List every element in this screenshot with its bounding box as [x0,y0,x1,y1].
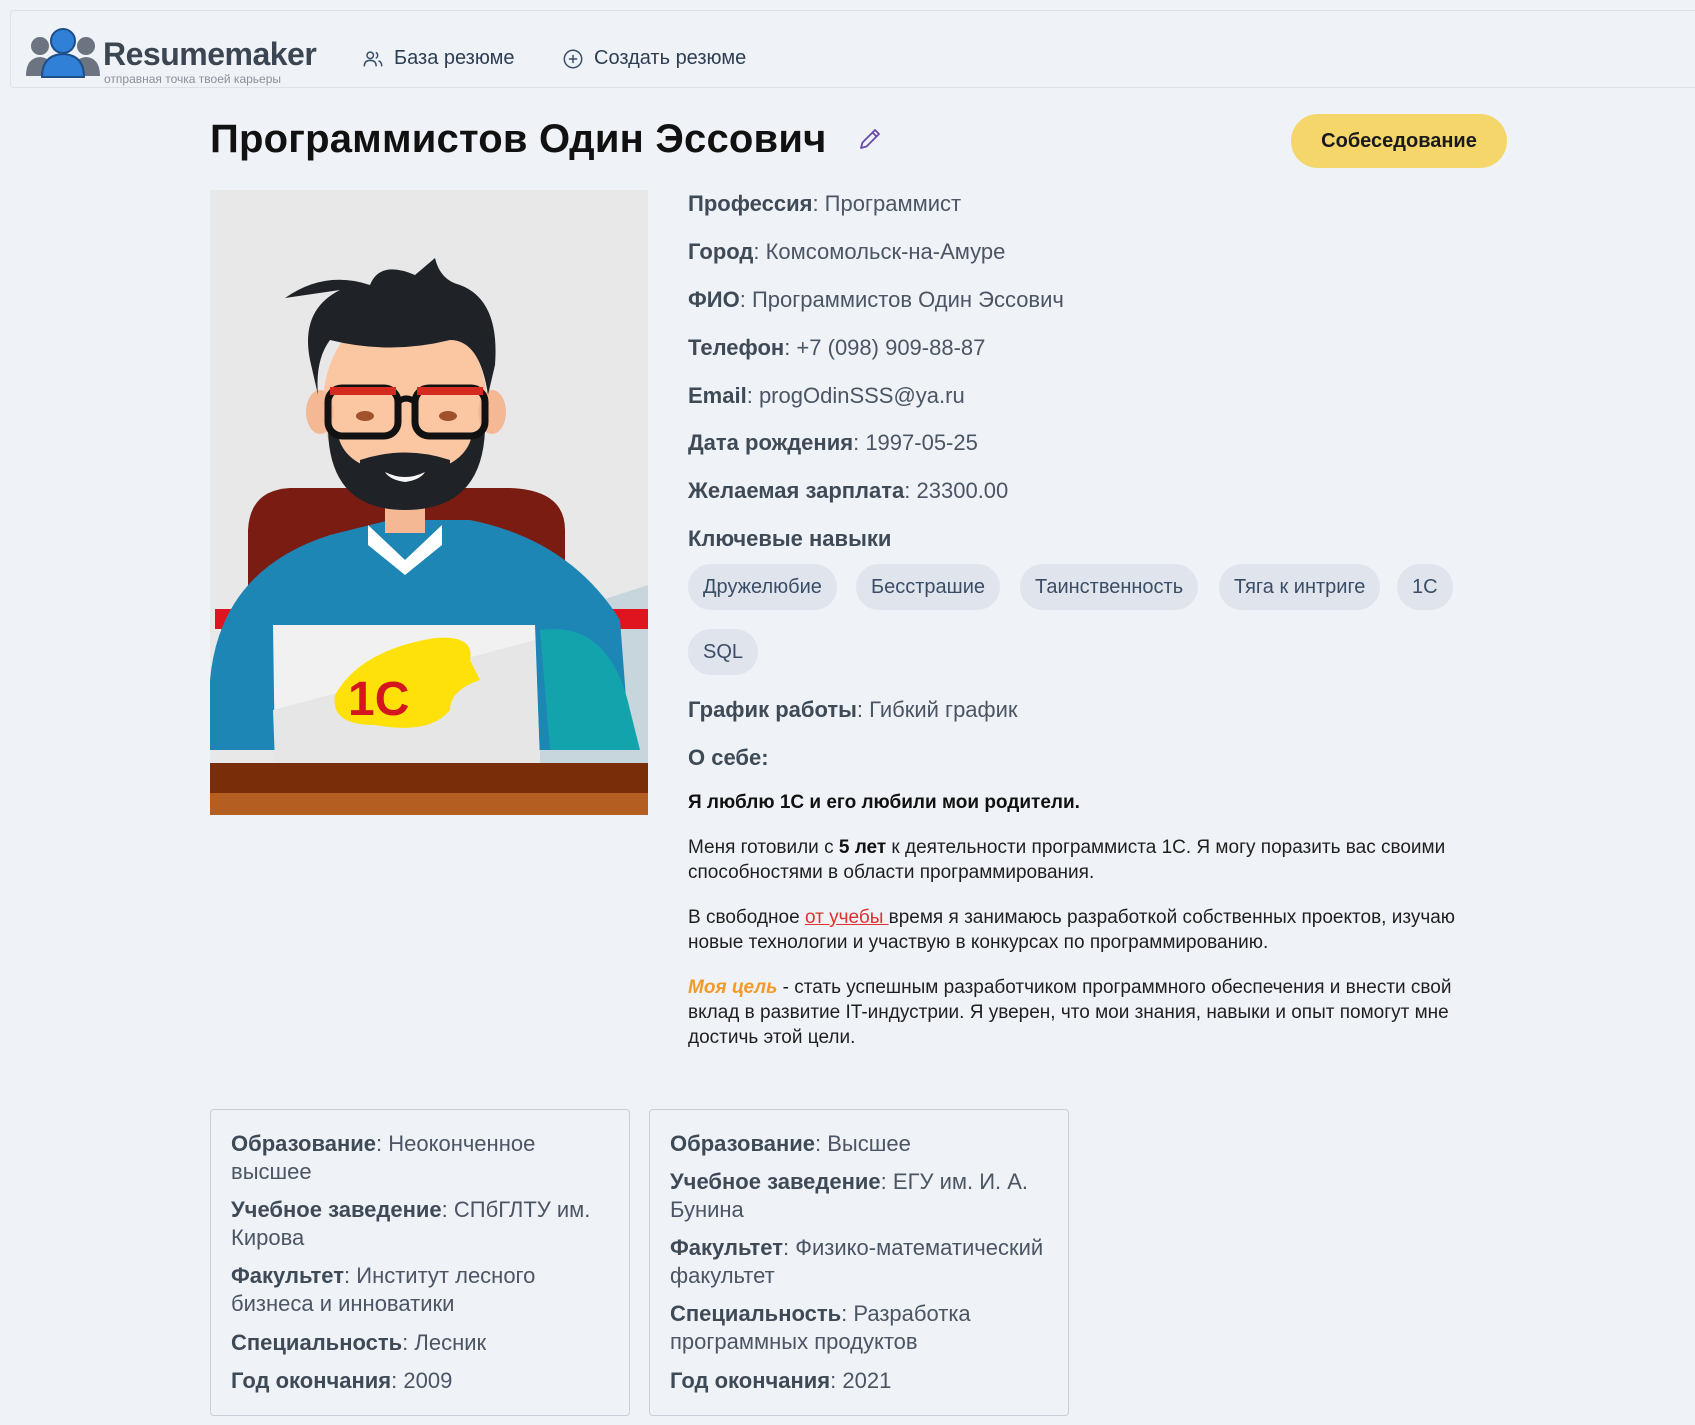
goal-highlight: Моя цель [688,977,778,998]
candidate-name: Программистов Один Эссович [210,117,827,161]
fio-row: ФИО: Программистов Один Эссович [688,287,1064,312]
schedule-value: Гибкий график [869,697,1018,722]
brand-name: Resumemaker [103,36,317,72]
nav-create-resume[interactable]: Создать резюме [562,47,746,70]
nav-resume-database[interactable]: База резюме [362,47,515,70]
interview-status-button[interactable]: Собеседование [1291,114,1507,168]
salary-label: Желаемая зарплата [688,478,905,503]
schedule-label: График работы [688,697,857,722]
email-label: Email [688,383,747,408]
city-row: Город: Комсомольск-на-Амуре [688,239,1006,264]
skill-chip[interactable]: Таинственность [1020,564,1199,610]
profession-row: Профессия: Программист [688,191,962,216]
fio-value: Программистов Один Эссович [751,287,1064,312]
education-year: Год окончания: 2021 [670,1368,892,1393]
phone-row: Телефон: +7 (098) 909-88-87 [688,335,986,360]
education-specialty: Специальность: Лесник [231,1330,487,1355]
education-level: Образование: Высшее [670,1131,911,1156]
skill-chip[interactable]: Дружелюбие [688,564,837,610]
about-paragraph: Меня готовили с 5 лет к деятельности про… [688,837,1446,883]
city-value: Комсомольск-на-Амуре [765,239,1006,264]
education-level: Образование: Неоконченное высшее [231,1131,536,1184]
birth-row: Дата рождения: 1997-05-25 [688,430,978,455]
birth-value: 1997-05-25 [865,430,978,455]
brand-logo[interactable]: Resumemaker отправная точка твоей карьер… [24,24,324,86]
study-link[interactable]: от учебы [805,907,889,928]
phone-label: Телефон [688,335,785,360]
education-card: Образование: Неоконченное высшее Учебное… [210,1109,630,1416]
about-paragraph: В свободное от учебы время я занимаюсь р… [688,907,1456,953]
birth-label: Дата рождения [688,430,854,455]
city-label: Город [688,239,754,264]
brand-tagline: отправная точка твоей карьеры [104,72,282,86]
profession-label: Профессия [688,191,813,216]
phone-value: +7 (098) 909-88-87 [796,335,986,360]
about-lead: Я люблю 1С и его любили мои родители. [688,792,1080,813]
education-year: Год окончания: 2009 [231,1368,453,1393]
nav-resume-database-label: База резюме [394,47,515,69]
education-specialty: Специальность: Разработка программных пр… [670,1301,971,1354]
email-value: progOdinSSS@ya.ru [758,383,965,408]
users-icon [363,50,383,66]
skill-chip[interactable]: Бесстрашие [856,564,1000,610]
people-group-icon [26,28,100,78]
pencil-icon[interactable] [856,125,884,153]
candidate-photo: 1С [210,190,648,815]
fio-label: ФИО [688,287,740,312]
education-institution: Учебное заведение: СПбГЛТУ им. Кирова [231,1197,591,1250]
1c-logo-text: 1С [348,673,409,726]
skill-chip[interactable]: Тяга к интриге [1219,564,1381,610]
about-row: О себе: [688,745,769,770]
skills-label: Ключевые навыки [688,526,892,551]
profession-value: Программист [824,191,962,216]
education-faculty: Факультет: Институт лесного бизнеса и ин… [231,1263,536,1316]
education-faculty: Факультет: Физико-математический факульт… [670,1235,1044,1288]
education-institution: Учебное заведение: ЕГУ им. И. А. Бунина [670,1169,1029,1222]
skill-chip[interactable]: SQL [688,629,759,675]
email-row: Email: progOdinSSS@ya.ru [688,383,965,408]
plus-circle-icon [563,49,583,68]
schedule-row: График работы: Гибкий график [688,697,1018,722]
education-card: Образование: Высшее Учебное заведение: Е… [649,1109,1069,1416]
about-paragraph: Моя цель - стать успешным разработчиком … [688,977,1452,1048]
about-label: О себе [688,745,762,770]
salary-row: Желаемая зарплата: 23300.00 [688,478,1009,503]
top-navbar: Resumemaker отправная точка твоей карьер… [10,10,1695,88]
years-highlight: 5 лет [838,837,887,858]
nav-create-resume-label: Создать резюме [594,47,747,69]
salary-value: 23300.00 [916,478,1009,503]
skill-chip[interactable]: 1С [1397,564,1453,610]
